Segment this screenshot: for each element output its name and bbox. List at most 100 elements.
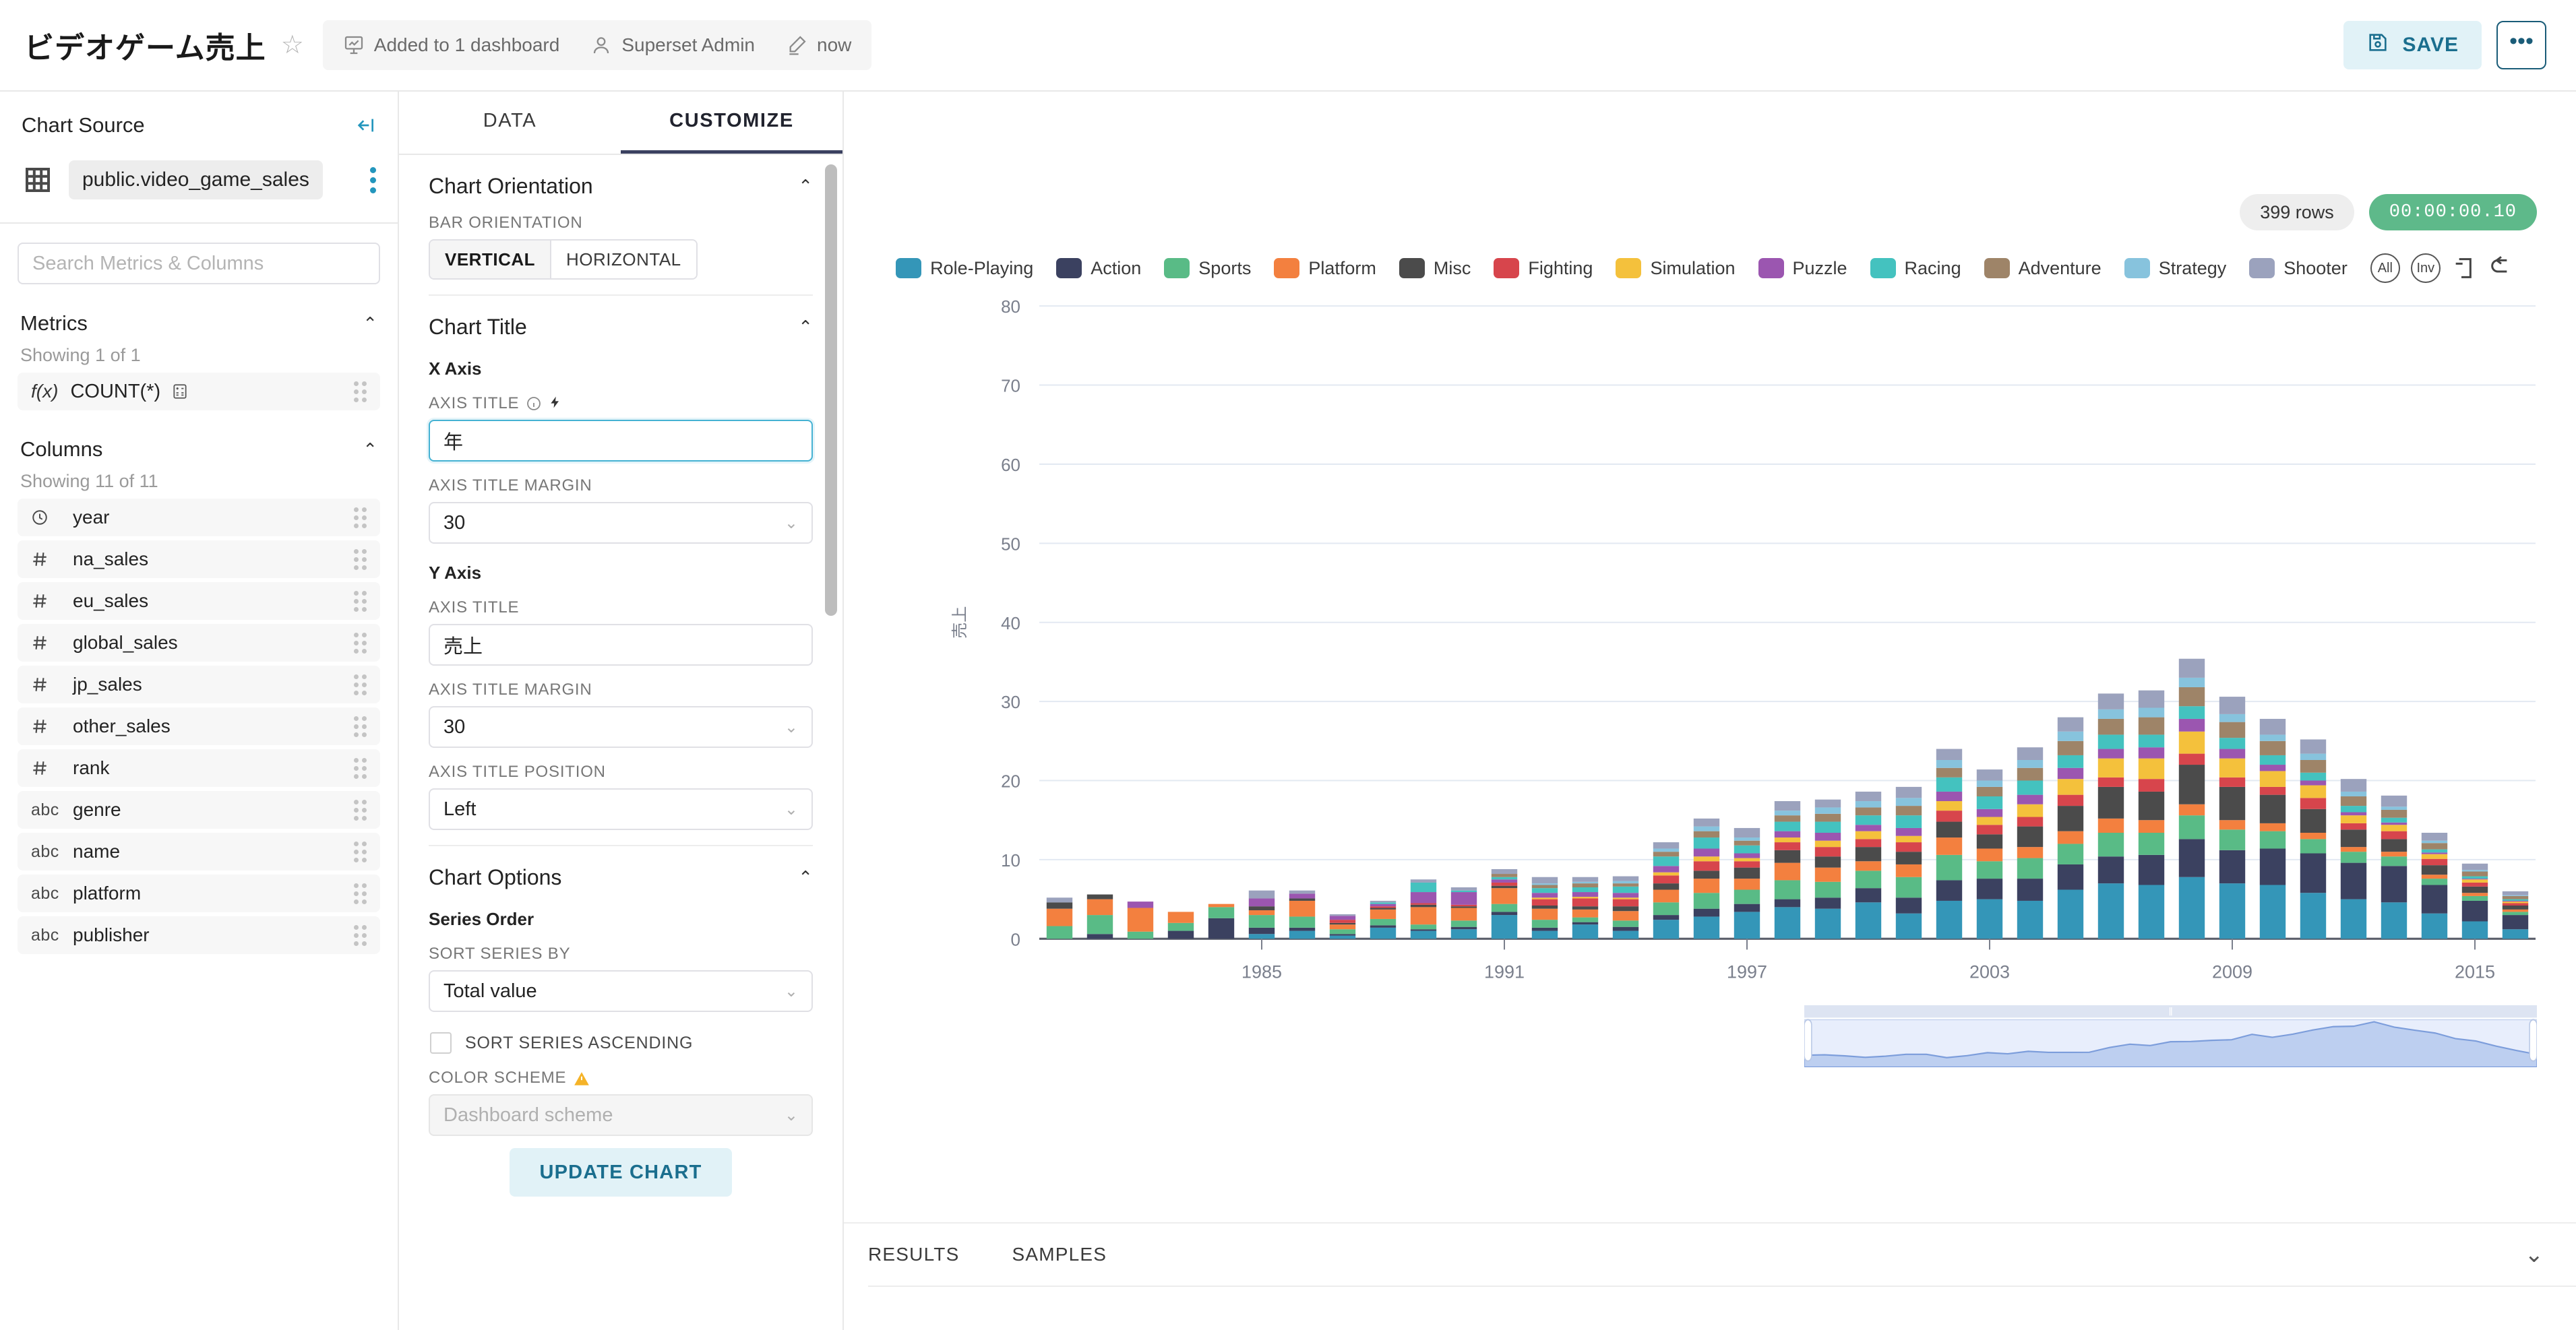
- sort-series-ascending-checkbox[interactable]: SORT SERIES ASCENDING: [430, 1032, 813, 1054]
- chevron-up-icon[interactable]: ⌃: [798, 317, 813, 338]
- drag-handle-icon[interactable]: [354, 883, 367, 904]
- hash-icon: [31, 759, 73, 777]
- legend-label: Sports: [1198, 257, 1252, 278]
- control-panel-scrollbar[interactable]: [825, 164, 837, 616]
- save-button[interactable]: SAVE: [2343, 21, 2482, 69]
- svg-text:30: 30: [1001, 692, 1020, 712]
- column-label: platform: [73, 883, 142, 904]
- column-label: na_sales: [73, 548, 149, 569]
- drag-handle-icon[interactable]: [354, 548, 367, 570]
- stacked-bar-plot: 0 10 20 30 40 50 60 70 80 売上 1985 1991 1997 2003 2009 2…: [844, 294, 2576, 1000]
- legend-item-shooter[interactable]: Shooter: [2249, 258, 2348, 279]
- drag-handle-icon[interactable]: [354, 507, 367, 528]
- legend-reset-icon[interactable]: [2488, 253, 2515, 283]
- column-item-platform[interactable]: abc platform: [18, 875, 380, 912]
- y-axis-title-margin-select[interactable]: 30 ⌄: [429, 706, 813, 748]
- column-item-genre[interactable]: abc genre: [18, 791, 380, 829]
- legend-item-racing[interactable]: Racing: [1870, 258, 1961, 279]
- more-options-button[interactable]: •••: [2496, 21, 2546, 69]
- legend-invert[interactable]: Inv: [2410, 253, 2441, 283]
- column-item-rank[interactable]: rank: [18, 749, 380, 787]
- drag-handle-icon[interactable]: [354, 841, 367, 862]
- legend-select-all[interactable]: All: [2370, 253, 2400, 283]
- y-axis-title-input[interactable]: [429, 624, 813, 666]
- legend-item-adventure[interactable]: Adventure: [1984, 258, 2102, 279]
- update-chart-button[interactable]: UPDATE CHART: [510, 1148, 732, 1197]
- columns-list: year na_sales eu_sales global_sales jp_sales…: [18, 499, 380, 954]
- columns-section-header[interactable]: Columns ⌃: [18, 437, 380, 462]
- chevron-up-icon[interactable]: ⌃: [363, 313, 377, 334]
- drag-handle-icon[interactable]: [354, 632, 367, 654]
- color-scheme-label: COLOR SCHEME: [429, 1069, 813, 1087]
- search-input[interactable]: [18, 243, 380, 284]
- legend-scroll-icon[interactable]: [2451, 253, 2478, 283]
- star-outline-icon[interactable]: ☆: [281, 32, 304, 58]
- legend-item-fighting[interactable]: Fighting: [1494, 258, 1593, 279]
- drag-handle-icon[interactable]: [354, 716, 367, 737]
- drag-handle-icon[interactable]: [354, 924, 367, 946]
- chevron-up-icon[interactable]: ⌃: [363, 439, 377, 460]
- legend-item-puzzle[interactable]: Puzzle: [1758, 258, 1847, 279]
- tab-customize[interactable]: CUSTOMIZE: [621, 92, 842, 154]
- bar-orientation-label: BAR ORIENTATION: [429, 214, 583, 232]
- query-timer-badge: 00:00:00.10: [2368, 194, 2537, 230]
- drag-handle-icon[interactable]: [354, 757, 367, 779]
- control-panel-scroll: Chart Orientation ⌃ BAR ORIENTATION VERT…: [399, 155, 842, 1330]
- bar-orientation-vertical[interactable]: VERTICAL: [430, 241, 550, 278]
- column-item-na_sales[interactable]: na_sales: [18, 540, 380, 578]
- table-grid-icon: [22, 164, 54, 196]
- chart-source-title: Chart Source: [22, 113, 145, 137]
- column-item-year[interactable]: year: [18, 499, 380, 536]
- column-item-other_sales[interactable]: other_sales: [18, 707, 380, 745]
- legend-item-misc[interactable]: Misc: [1399, 258, 1471, 279]
- data-zoom-slider[interactable]: [1804, 1005, 2537, 1067]
- tab-data[interactable]: DATA: [399, 92, 621, 154]
- chevron-up-icon[interactable]: ⌃: [798, 176, 813, 197]
- legend-item-action[interactable]: Action: [1056, 258, 1141, 279]
- chevron-up-icon[interactable]: ⌃: [798, 867, 813, 888]
- legend-item-platform[interactable]: Platform: [1274, 258, 1376, 279]
- dataset-name-chip[interactable]: public.video_game_sales: [69, 160, 323, 199]
- warning-triangle-icon[interactable]: [573, 1070, 590, 1086]
- legend-item-strategy[interactable]: Strategy: [2124, 258, 2226, 279]
- pencil-icon: [786, 34, 807, 56]
- tab-results[interactable]: RESULTS: [868, 1244, 959, 1265]
- meta-modified-label: now: [817, 34, 852, 55]
- x-axis-title-margin-select[interactable]: 30 ⌄: [429, 502, 813, 544]
- legend-item-simulation[interactable]: Simulation: [1616, 258, 1736, 279]
- svg-text:40: 40: [1001, 613, 1020, 633]
- collapse-left-icon[interactable]: [355, 115, 376, 136]
- chart-options-title: Chart Options: [429, 865, 562, 889]
- sort-series-by-select[interactable]: Total value ⌄: [429, 970, 813, 1012]
- column-item-name[interactable]: abc name: [18, 833, 380, 870]
- metrics-section-header[interactable]: Metrics ⌃: [18, 311, 380, 336]
- column-item-global_sales[interactable]: global_sales: [18, 624, 380, 662]
- chevron-down-icon[interactable]: ⌄: [2525, 1241, 2544, 1268]
- drag-handle-icon[interactable]: [354, 590, 367, 612]
- svg-text:1985: 1985: [1241, 961, 1282, 982]
- data-zoom-svg[interactable]: [1804, 1005, 2537, 1067]
- svg-text:1991: 1991: [1484, 961, 1525, 982]
- column-item-jp_sales[interactable]: jp_sales: [18, 666, 380, 703]
- legend-item-sports[interactable]: Sports: [1164, 258, 1251, 279]
- drag-handle-icon[interactable]: [354, 799, 367, 821]
- column-label: name: [73, 841, 121, 862]
- bolt-icon[interactable]: [549, 395, 562, 412]
- drag-handle-icon[interactable]: [354, 674, 367, 695]
- hash-icon: [31, 676, 73, 693]
- column-item-eu_sales[interactable]: eu_sales: [18, 582, 380, 620]
- drag-handle-icon[interactable]: [354, 381, 367, 402]
- chart-area: 399 rows 00:00:00.10 Role-Playing Action S…: [844, 92, 2576, 1330]
- x-axis-title-input[interactable]: [429, 420, 813, 462]
- metric-item-count[interactable]: f(x) COUNT(*): [18, 373, 380, 410]
- legend-swatch-icon: [1616, 258, 1642, 278]
- tab-samples[interactable]: SAMPLES: [1012, 1244, 1107, 1265]
- vertical-dots-icon[interactable]: [370, 166, 376, 193]
- y-axis-title-position-select[interactable]: Left ⌄: [429, 788, 813, 830]
- meta-dashboard-label: Added to 1 dashboard: [373, 34, 560, 55]
- info-circle-icon[interactable]: [526, 395, 542, 412]
- color-scheme-select[interactable]: Dashboard scheme ⌄: [429, 1094, 813, 1136]
- column-item-publisher[interactable]: abc publisher: [18, 916, 380, 954]
- bar-orientation-horizontal[interactable]: HORIZONTAL: [550, 241, 696, 278]
- legend-item-role-playing[interactable]: Role-Playing: [896, 258, 1033, 279]
